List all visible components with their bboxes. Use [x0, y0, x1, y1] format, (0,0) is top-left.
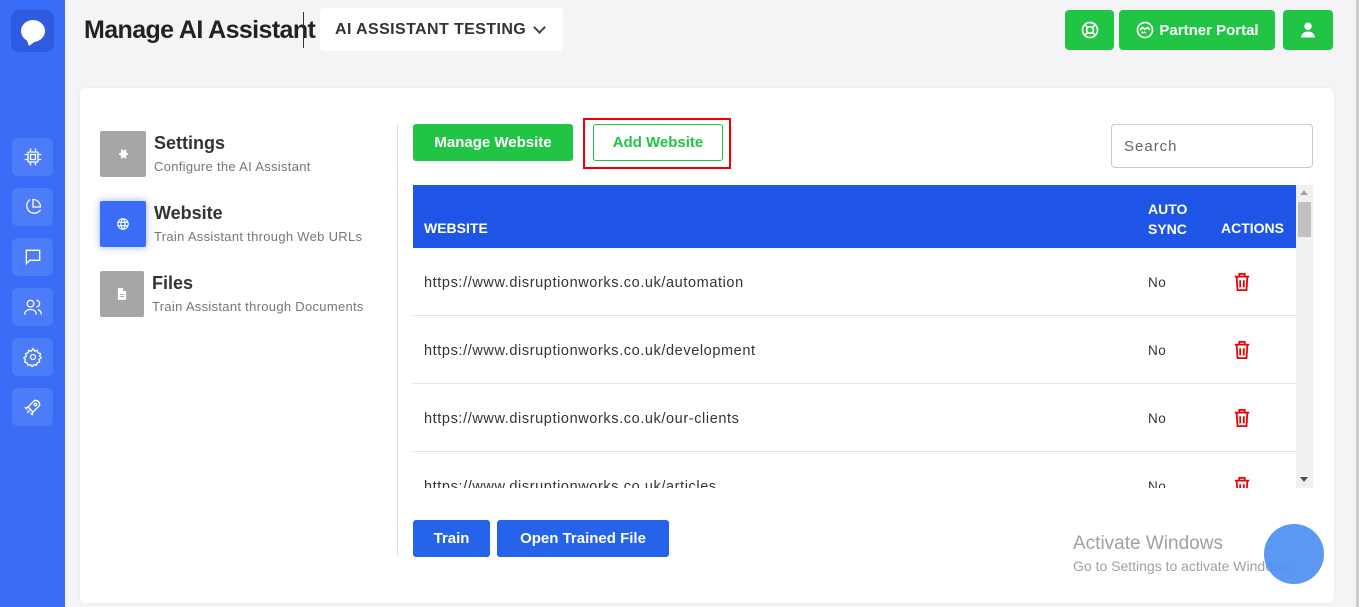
- menu-title: Settings: [154, 133, 226, 153]
- website-url: https://www.disruptionworks.co.uk/automa…: [424, 275, 744, 291]
- table-scrollbar[interactable]: [1296, 185, 1313, 488]
- menu-subtitle: Train Assistant through Documents: [152, 299, 364, 314]
- cpu-icon[interactable]: [12, 138, 53, 176]
- menu-item-settings[interactable]: Settings Configure the AI Assistant: [100, 131, 311, 177]
- website-table: WEBSITE AUTO SYNC ACTIONS https://www.dis…: [413, 185, 1313, 488]
- auto-sync-value: No: [1148, 343, 1167, 358]
- table-row: https://www.disruptionworks.co.uk/develo…: [413, 316, 1296, 384]
- partner-portal-label: Partner Portal: [1159, 21, 1259, 39]
- main-card: Settings Configure the AI Assistant Webs…: [80, 88, 1334, 603]
- trash-icon[interactable]: [1233, 408, 1251, 432]
- document-icon: [100, 271, 144, 317]
- menu-item-website[interactable]: Website Train Assistant through Web URLs: [100, 201, 362, 247]
- column-header-auto-sync[interactable]: AUTO SYNC: [1148, 199, 1187, 239]
- manage-website-button[interactable]: Manage Website: [413, 124, 573, 161]
- table-row: https://www.disruptionworks.co.uk/our-cl…: [413, 384, 1296, 452]
- support-button[interactable]: [1065, 10, 1114, 50]
- website-url: https://www.disruptionworks.co.uk/our-cl…: [424, 411, 740, 427]
- title-divider: [303, 12, 304, 48]
- website-url: https://www.disruptionworks.co.uk/develo…: [424, 343, 756, 359]
- handshake-icon: [1137, 21, 1154, 39]
- gear-icon[interactable]: [12, 338, 53, 376]
- column-divider: [397, 124, 398, 556]
- table-row: https://www.disruptionworks.co.uk/articl…: [413, 452, 1296, 488]
- column-header-website[interactable]: WEBSITE: [424, 220, 488, 236]
- message-icon[interactable]: [12, 238, 53, 276]
- left-rail: [0, 0, 65, 607]
- add-website-button[interactable]: Add Website: [593, 124, 723, 161]
- activate-windows-subtitle: Go to Settings to activate Windows.: [1073, 558, 1294, 574]
- menu-subtitle: Configure the AI Assistant: [154, 159, 311, 174]
- scroll-down-icon[interactable]: [1300, 477, 1308, 482]
- globe-icon: [100, 201, 146, 247]
- profile-button[interactable]: [1283, 10, 1333, 50]
- search-input[interactable]: [1111, 124, 1313, 168]
- chat-launcher-button[interactable]: [1264, 524, 1324, 584]
- menu-title: Website: [154, 203, 223, 223]
- menu-subtitle: Train Assistant through Web URLs: [154, 229, 363, 244]
- train-button[interactable]: Train: [413, 520, 490, 557]
- trash-icon[interactable]: [1233, 272, 1251, 296]
- open-trained-file-button[interactable]: Open Trained File: [497, 520, 669, 557]
- menu-item-files[interactable]: Files Train Assistant through Documents: [100, 271, 364, 317]
- auto-sync-value: No: [1148, 275, 1167, 290]
- rocket-icon[interactable]: [12, 388, 53, 426]
- partner-portal-button[interactable]: Partner Portal: [1119, 10, 1275, 50]
- chat-bubble-icon[interactable]: [11, 10, 54, 52]
- menu-title: Files: [152, 273, 194, 293]
- trash-icon[interactable]: [1233, 476, 1251, 488]
- table-header: WEBSITE AUTO SYNC ACTIONS: [413, 185, 1296, 248]
- website-url: https://www.disruptionworks.co.uk/articl…: [424, 479, 717, 488]
- auto-sync-value: No: [1148, 411, 1167, 426]
- gear-icon: [100, 131, 146, 177]
- chevron-down-icon: [533, 20, 546, 34]
- trash-icon[interactable]: [1233, 340, 1251, 364]
- scroll-thumb[interactable]: [1298, 202, 1311, 237]
- users-icon[interactable]: [12, 288, 53, 326]
- table-row: https://www.disruptionworks.co.uk/automa…: [413, 248, 1296, 316]
- column-header-actions: ACTIONS: [1221, 220, 1284, 236]
- assistant-select-value: AI ASSISTANT TESTING: [335, 20, 527, 38]
- page-title: Manage AI Assistant: [84, 16, 316, 44]
- pie-chart-icon[interactable]: [12, 188, 53, 226]
- user-icon: [1301, 22, 1315, 38]
- scroll-up-icon[interactable]: [1300, 190, 1308, 195]
- auto-sync-value: No: [1148, 479, 1167, 488]
- assistant-select[interactable]: AI ASSISTANT TESTING: [320, 8, 563, 51]
- lifebuoy-icon: [1081, 21, 1098, 39]
- activate-windows-title: Activate Windows: [1073, 533, 1223, 554]
